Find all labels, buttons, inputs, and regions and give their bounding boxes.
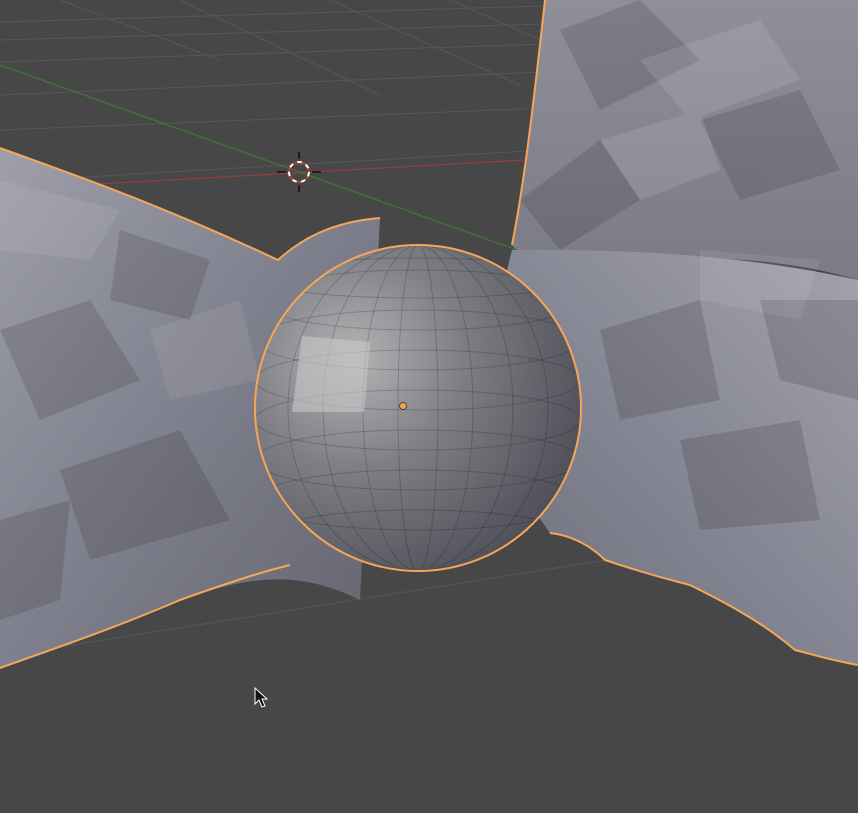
3d-viewport[interactable] <box>0 0 858 813</box>
x-axis-line <box>79 155 597 186</box>
object-origin-point[interactable] <box>399 402 407 410</box>
mouse-pointer-icon <box>254 686 269 708</box>
sphere-object[interactable] <box>254 244 582 572</box>
viewport-canvas[interactable] <box>0 0 858 813</box>
